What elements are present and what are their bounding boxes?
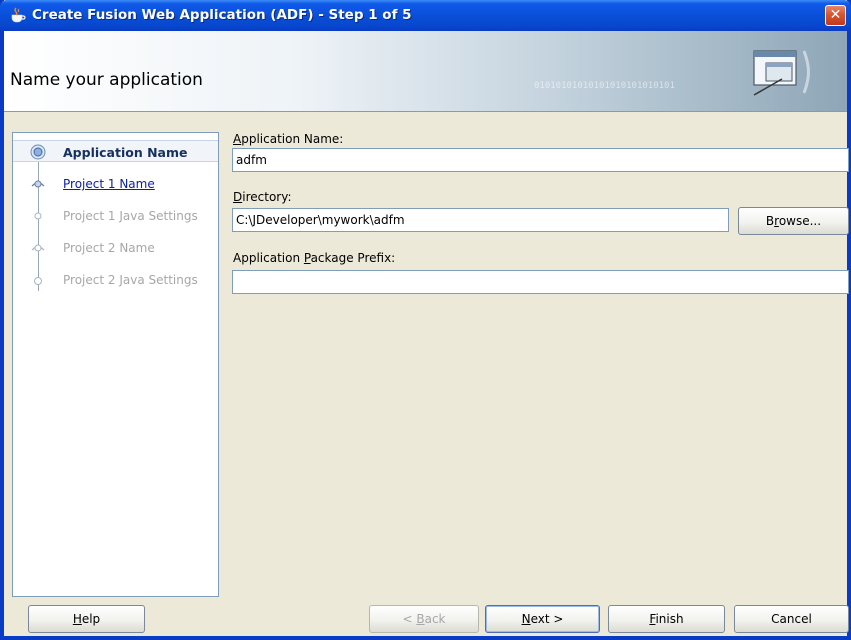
close-button[interactable]: ✕ (825, 5, 846, 26)
header-banner: Name your application 010101010101010101… (4, 31, 847, 112)
step-label: Application Name (63, 145, 188, 160)
directory-input[interactable]: C:\JDeveloper\mywork\adfm (232, 208, 729, 232)
package-prefix-input[interactable] (232, 270, 849, 294)
step-project-1-java-settings: Project 1 Java Settings (13, 205, 218, 227)
application-window-icon (753, 50, 810, 96)
next-button[interactable]: Next > (485, 605, 600, 633)
step-application-name[interactable]: Application Name (13, 140, 218, 162)
page-title: Name your application (10, 70, 203, 90)
application-name-label: Application Name: (233, 132, 344, 146)
step-label[interactable]: Project 1 Name (63, 177, 155, 191)
step-project-1-name[interactable]: Project 1 Name (13, 173, 218, 195)
steps-panel: Application Name Project 1 Name Project … (12, 132, 219, 597)
package-prefix-label: Application Package Prefix: (233, 251, 396, 265)
step-label: Project 2 Java Settings (63, 273, 198, 287)
wizard-window: Create Fusion Web Application (ADF) - St… (0, 0, 851, 640)
browse-button[interactable]: Browse... (738, 207, 849, 235)
step-node-icon (31, 180, 45, 188)
step-node-icon (31, 244, 45, 252)
window-title: Create Fusion Web Application (ADF) - St… (32, 7, 412, 23)
current-step-icon (30, 144, 46, 160)
title-bar[interactable]: Create Fusion Web Application (ADF) - St… (0, 0, 851, 31)
application-name-input[interactable]: adfm (232, 148, 849, 172)
back-button[interactable]: < Back (369, 605, 479, 633)
step-label: Project 1 Java Settings (63, 209, 198, 223)
directory-label: Directory: (233, 190, 292, 204)
java-cup-icon (11, 7, 26, 23)
step-project-2-name: Project 2 Name (13, 237, 218, 259)
step-label: Project 2 Name (63, 241, 155, 255)
step-end-icon (34, 277, 42, 285)
close-icon: ✕ (829, 7, 842, 23)
finish-button[interactable]: Finish (608, 605, 725, 633)
step-project-2-java-settings: Project 2 Java Settings (13, 269, 218, 291)
step-node-icon (34, 212, 42, 220)
cancel-button[interactable]: Cancel (734, 605, 849, 633)
binary-decoration: 01010101010101010101010101 (534, 81, 675, 91)
help-button[interactable]: Help (28, 605, 145, 633)
